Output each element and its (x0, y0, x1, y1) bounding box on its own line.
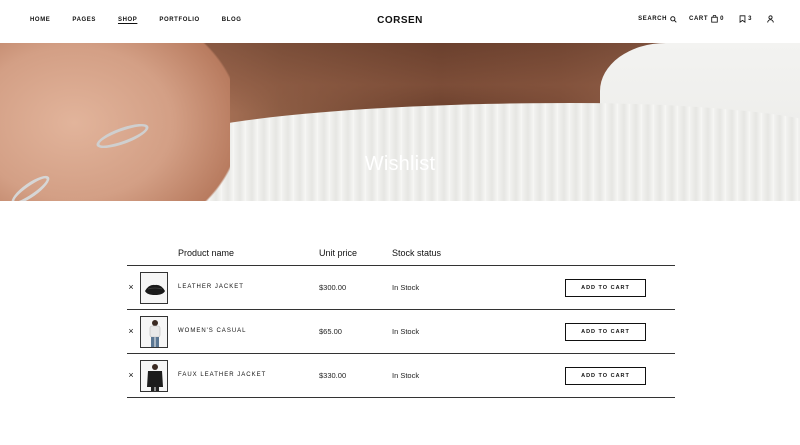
wishlist-table: Product name Unit price Stock status × L… (127, 248, 675, 398)
header-stock-status: Stock status (392, 248, 442, 258)
account-button[interactable] (764, 15, 774, 23)
wishlist-button[interactable]: 3 (736, 15, 752, 23)
header-unit-price: Unit price (319, 248, 358, 258)
product-thumbnail[interactable] (140, 272, 168, 304)
wishlist-count: 3 (748, 16, 752, 22)
table-row: × FAUX LEATHER JACKET $330.00 In Stock A… (127, 354, 675, 398)
remove-item-button[interactable]: × (127, 282, 135, 292)
hero-banner: Wishlist (0, 43, 800, 201)
cart-button[interactable]: CART 0 (689, 15, 724, 23)
stock-status: In Stock (392, 327, 420, 336)
product-name-link[interactable]: FAUX LEATHER JACKET (178, 372, 266, 378)
product-thumbnail[interactable] (140, 360, 168, 392)
main-nav: HOME PAGES SHOP PORTFOLIO BLOG (30, 17, 264, 23)
user-icon (767, 15, 774, 23)
search-label: SEARCH (638, 16, 668, 22)
remove-item-button[interactable]: × (127, 326, 135, 336)
product-name-link[interactable]: LEATHER JACKET (178, 284, 244, 290)
nav-home[interactable]: HOME (30, 17, 50, 23)
product-price: $330.00 (319, 371, 347, 380)
cart-count: 0 (720, 16, 725, 22)
product-price: $65.00 (319, 327, 342, 336)
remove-item-button[interactable]: × (127, 370, 135, 380)
add-to-cart-button[interactable]: ADD TO CART (565, 279, 646, 297)
stock-status: In Stock (392, 371, 420, 380)
stock-status: In Stock (392, 283, 420, 292)
nav-portfolio[interactable]: PORTFOLIO (159, 17, 199, 23)
page-title: Wishlist (364, 153, 436, 175)
add-to-cart-button[interactable]: ADD TO CART (565, 323, 646, 341)
hero-image-hand (0, 43, 230, 201)
search-button[interactable]: SEARCH (638, 15, 677, 23)
site-logo[interactable]: CORSEN (377, 15, 423, 26)
site-header: HOME PAGES SHOP PORTFOLIO BLOG CORSEN SE… (0, 0, 800, 43)
bag-icon (711, 15, 718, 23)
product-thumbnail[interactable] (140, 316, 168, 348)
nav-pages[interactable]: PAGES (72, 17, 96, 23)
table-row: × WOMEN'S CASUAL $65.00 In Stock ADD TO … (127, 310, 675, 354)
add-to-cart-button[interactable]: ADD TO CART (565, 367, 646, 385)
cart-label: CART (689, 16, 709, 22)
table-header: Product name Unit price Stock status (127, 248, 675, 266)
bookmark-icon (739, 15, 746, 23)
product-price: $300.00 (319, 283, 347, 292)
search-icon (670, 15, 677, 23)
product-name-link[interactable]: WOMEN'S CASUAL (178, 328, 247, 334)
hero-image-fabric (150, 103, 800, 201)
header-product-name: Product name (178, 248, 235, 258)
nav-shop[interactable]: SHOP (118, 17, 137, 23)
header-tools: SEARCH CART 0 3 (626, 15, 774, 23)
table-row: × LEATHER JACKET $300.00 In Stock ADD TO… (127, 266, 675, 310)
nav-blog[interactable]: BLOG (222, 17, 242, 23)
